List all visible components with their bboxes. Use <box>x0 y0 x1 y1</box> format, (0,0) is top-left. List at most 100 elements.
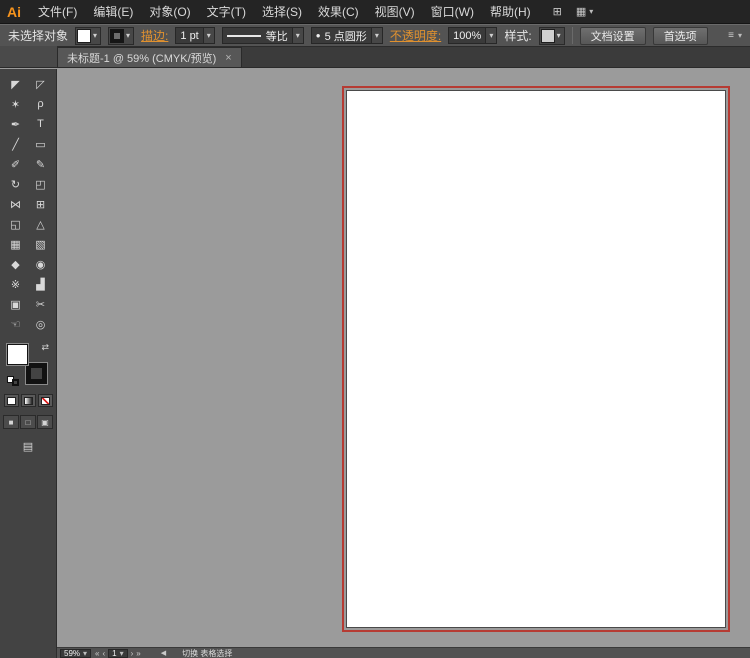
tool-gradient[interactable]: ▧ <box>28 234 53 254</box>
magic-wand-icon: ✶ <box>10 98 21 111</box>
artboard[interactable] <box>346 90 726 628</box>
document-tab[interactable]: 未标题-1 @ 59% (CMYK/预览) × <box>57 47 242 67</box>
stroke-width-combobox[interactable]: 1 pt ▾ <box>175 27 215 44</box>
chevron-down-icon: ▾ <box>485 28 497 43</box>
tool-artboard[interactable]: ▣ <box>3 294 28 314</box>
none-button[interactable] <box>37 394 53 407</box>
tool-rotate[interactable]: ↻ <box>3 174 28 194</box>
chevron-down-icon[interactable]: ▾ <box>738 31 742 40</box>
tool-mesh[interactable]: ▦ <box>3 234 28 254</box>
free-transform-icon: ⊞ <box>35 198 46 211</box>
draw-inside-button[interactable]: ▣ <box>37 415 53 429</box>
tool-perspective-grid[interactable]: △ <box>28 214 53 234</box>
opacity-panel-link[interactable]: 不透明度: <box>390 27 441 44</box>
document-setup-button[interactable]: 文档设置 <box>579 26 646 45</box>
tool-eyedropper[interactable]: ◆ <box>3 254 28 274</box>
arrange-documents-icon: ⊞ <box>552 6 562 18</box>
rotate-icon: ↻ <box>10 178 21 191</box>
zoom-level-value: 59% <box>64 648 81 658</box>
tool-type[interactable]: T <box>28 114 53 134</box>
canvas-area[interactable]: 59% ▾ « ‹ 1 ▾ › » ◀ 切换 表格选择 <box>57 69 750 658</box>
menu-object[interactable]: 对象(O) <box>141 0 198 24</box>
brush-definition-dropdown[interactable]: ● 5 点圆形 ▾ <box>310 27 383 44</box>
document-tab-bar: 未标题-1 @ 59% (CMYK/预览) × <box>0 46 750 68</box>
opacity-value: 100% <box>453 29 482 42</box>
draw-normal-icon: ■ <box>8 417 14 427</box>
draw-behind-button[interactable]: □ <box>20 415 36 429</box>
menu-effect[interactable]: 效果(C) <box>310 0 367 24</box>
scale-icon: ◰ <box>35 178 46 191</box>
tool-zoom[interactable]: ◎ <box>28 314 53 334</box>
tool-direct-selection[interactable]: ◸ <box>28 74 53 94</box>
menu-edit[interactable]: 编辑(E) <box>85 0 141 24</box>
tool-scale[interactable]: ◰ <box>28 174 53 194</box>
tool-shape-builder[interactable]: ◱ <box>3 214 28 234</box>
change-screen-mode-button[interactable]: ▤ <box>18 439 38 454</box>
stroke-color-control[interactable]: ▾ <box>108 26 135 45</box>
menu-view[interactable]: 视图(V) <box>367 0 423 24</box>
tool-rectangle[interactable]: ▭ <box>28 134 53 154</box>
stroke-profile-line-icon <box>226 34 261 37</box>
tool-hand[interactable]: ☜ <box>3 314 28 334</box>
scroll-left-icon[interactable]: ◀ <box>161 649 166 657</box>
fill-color-control[interactable]: ▾ <box>75 26 102 45</box>
previous-artboard-icon[interactable]: ‹ <box>102 649 105 658</box>
tool-paintbrush[interactable]: ✐ <box>3 154 28 174</box>
zoom-level-combobox[interactable]: 59% ▾ <box>60 648 92 658</box>
tool-width[interactable]: ⋈ <box>3 194 28 214</box>
color-button[interactable] <box>3 394 19 407</box>
tool-column-graph[interactable]: ▟ <box>28 274 53 294</box>
menu-select[interactable]: 选择(S) <box>254 0 310 24</box>
drawing-modes: ■ □ ▣ <box>0 415 56 429</box>
tool-free-transform[interactable]: ⊞ <box>28 194 53 214</box>
stroke-panel-link[interactable]: 描边: <box>141 27 168 44</box>
chevron-down-icon: ▾ <box>291 28 303 43</box>
draw-normal-button[interactable]: ■ <box>3 415 19 429</box>
draw-inside-icon: ▣ <box>41 417 49 427</box>
workspace-switcher-button[interactable]: ▦ ▾ <box>576 5 593 18</box>
brush-dot-icon: ● <box>315 31 321 40</box>
next-artboard-icon[interactable]: › <box>131 649 134 658</box>
width-tool-icon: ⋈ <box>10 198 21 211</box>
default-fill-stroke-icon[interactable] <box>7 376 19 386</box>
tool-selection[interactable]: ◤ <box>3 74 28 94</box>
tool-pencil[interactable]: ✎ <box>28 154 53 174</box>
arrange-documents-button[interactable]: ⊞ <box>553 5 562 18</box>
control-bar-right: ≡ ▾ <box>728 30 742 41</box>
pen-icon: ✒ <box>10 118 21 131</box>
tool-symbol-sprayer[interactable]: ※ <box>3 274 28 294</box>
app-logo: Ai <box>7 3 21 20</box>
gradient-button[interactable] <box>20 394 36 407</box>
tool-line[interactable]: ╱ <box>3 134 28 154</box>
line-icon: ╱ <box>12 138 19 151</box>
chevron-down-icon: ▾ <box>119 648 124 658</box>
fill-color-swatch[interactable] <box>7 344 28 365</box>
menu-window[interactable]: 窗口(W) <box>423 0 482 24</box>
close-icon[interactable]: × <box>225 52 231 64</box>
screen-mode-row: ▤ <box>0 439 56 454</box>
panel-menu-icon[interactable]: ≡ <box>728 30 734 41</box>
artboard-navigation: « ‹ 1 ▾ › » <box>95 648 141 658</box>
stroke-color-swatch[interactable] <box>26 363 47 384</box>
selection-icon: ◤ <box>11 78 20 91</box>
last-artboard-icon[interactable]: » <box>136 649 140 658</box>
tool-blend[interactable]: ◉ <box>28 254 53 274</box>
tool-magic-wand[interactable]: ✶ <box>3 94 28 114</box>
tool-pen[interactable]: ✒ <box>3 114 28 134</box>
menu-type[interactable]: 文字(T) <box>199 0 254 24</box>
draw-behind-icon: □ <box>25 417 31 427</box>
tool-lasso[interactable]: ρ <box>28 94 53 114</box>
menu-help[interactable]: 帮助(H) <box>482 0 539 24</box>
width-profile-dropdown[interactable]: 等比 ▾ <box>221 27 304 44</box>
eyedropper-icon: ◆ <box>11 258 20 271</box>
first-artboard-icon[interactable]: « <box>95 649 99 658</box>
style-dropdown[interactable]: ▾ <box>538 26 565 45</box>
zoom-icon: ◎ <box>35 318 46 331</box>
preferences-button[interactable]: 首选项 <box>652 26 708 45</box>
opacity-combobox[interactable]: 100% ▾ <box>448 27 498 44</box>
tool-slice[interactable]: ✂ <box>28 294 53 314</box>
menu-file[interactable]: 文件(F) <box>30 0 85 24</box>
artboard-number-value: 1 <box>112 648 117 658</box>
artboard-number-combobox[interactable]: 1 ▾ <box>108 648 128 658</box>
swap-fill-stroke-icon[interactable]: ⇄ <box>41 342 49 353</box>
